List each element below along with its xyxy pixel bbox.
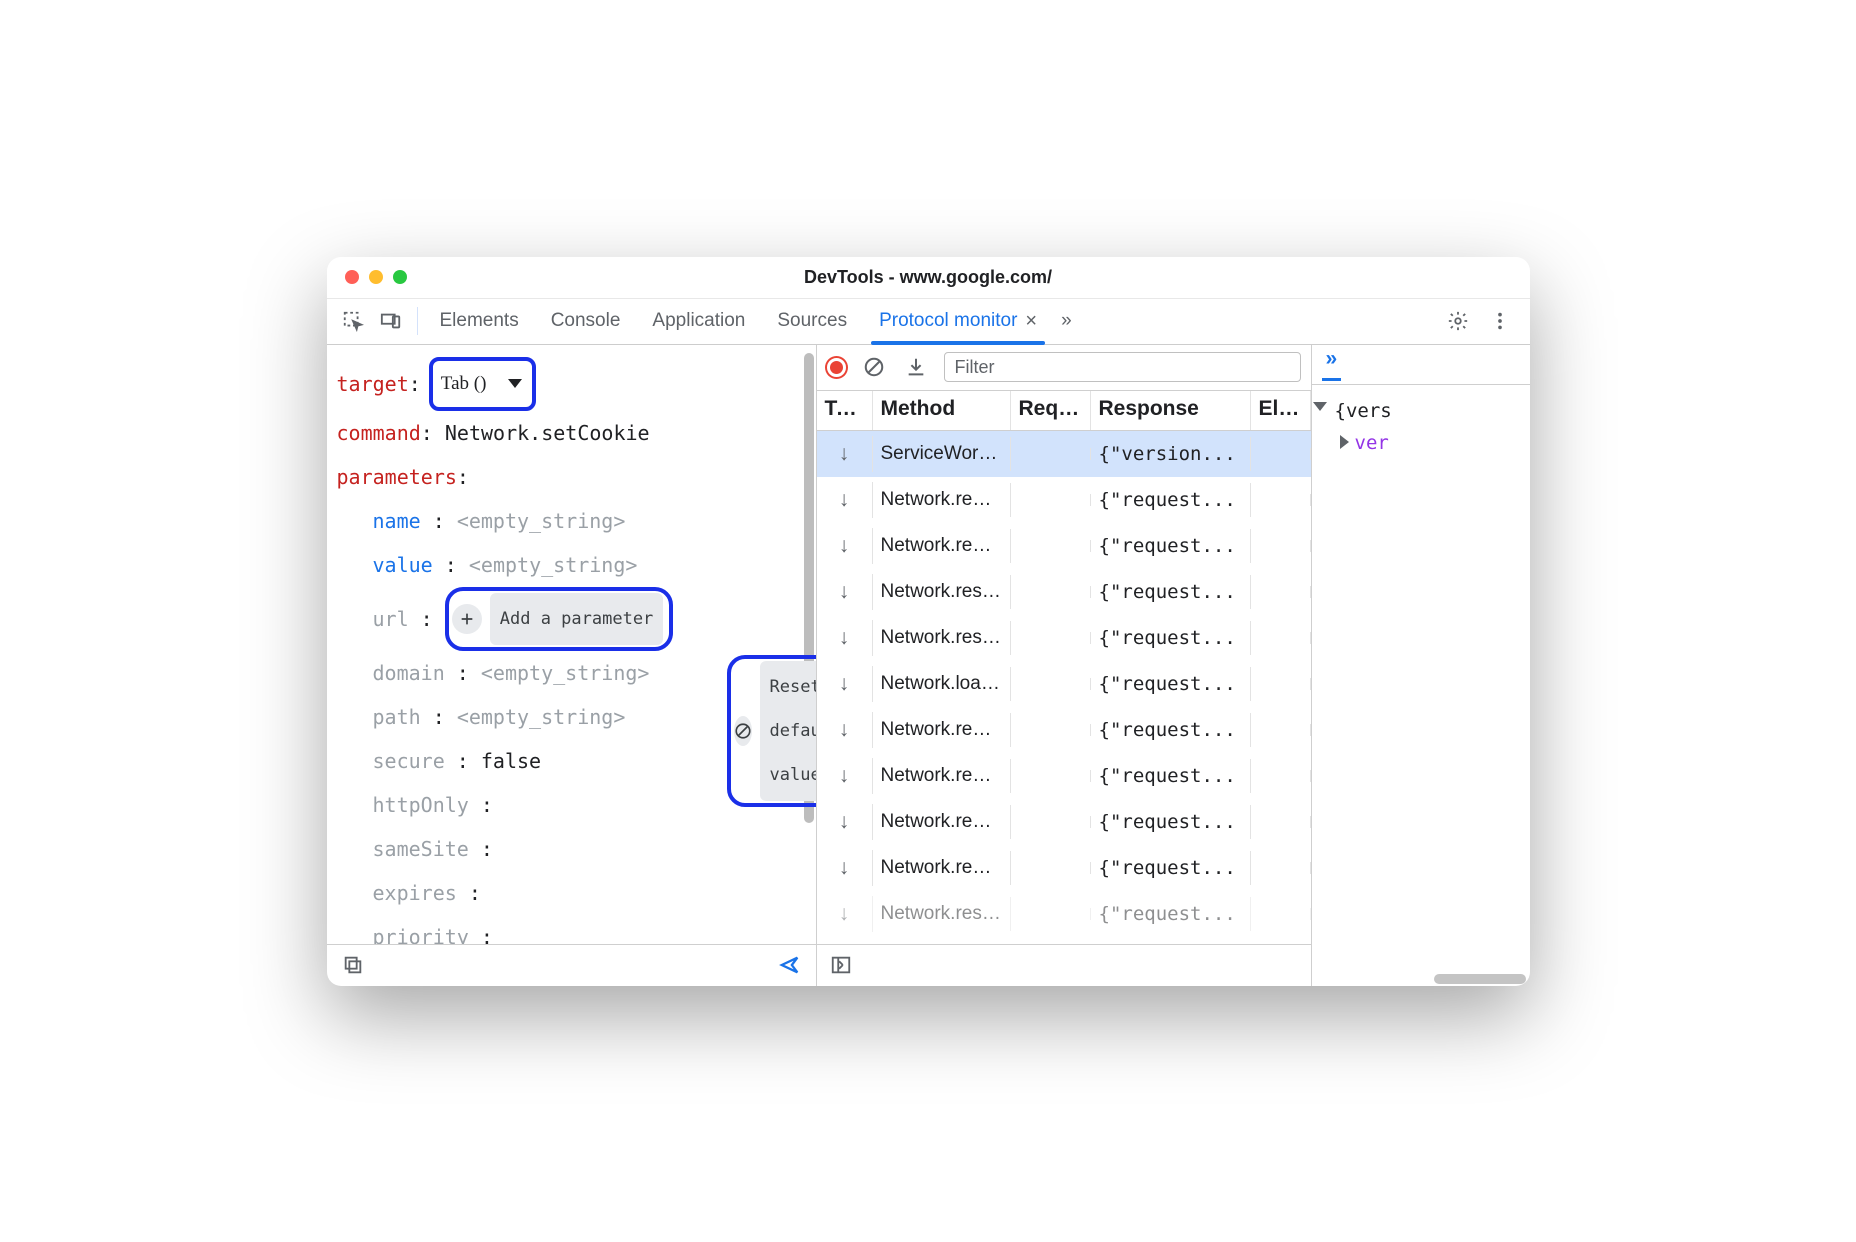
table-row[interactable]: ↓Network.reque...{"request... [817, 707, 1311, 753]
command-editor: target: Tab () command: Network.setCooki… [327, 345, 816, 944]
detail-horizontal-scroll[interactable] [1312, 972, 1530, 986]
inspect-element-icon[interactable] [339, 307, 367, 335]
arrow-down-icon: ↓ [817, 896, 873, 932]
parameters-key: parameters [337, 455, 457, 499]
tab-elements[interactable]: Elements [424, 298, 535, 344]
list-footer [817, 944, 1311, 986]
settings-icon[interactable] [1444, 307, 1472, 335]
window-title: DevTools - www.google.com/ [327, 267, 1530, 288]
add-parameter-chip[interactable]: Add a parameter [445, 587, 674, 651]
message-list: ↓ServiceWorker....{"version... ↓Network.… [817, 431, 1311, 944]
save-log-icon[interactable] [902, 353, 930, 381]
command-key: command [337, 411, 421, 455]
arrow-down-icon: ↓ [817, 528, 873, 564]
filter-input[interactable]: Filter [944, 352, 1301, 382]
tabs-container: Elements Console Application Sources Pro… [424, 298, 1080, 344]
command-value[interactable]: Network.setCookie [445, 411, 650, 455]
expand-icon[interactable] [1313, 402, 1327, 411]
arrow-down-icon: ↓ [817, 804, 873, 840]
target-key: target [337, 362, 409, 406]
arrow-down-icon: ↓ [817, 574, 873, 610]
caret-down-icon [508, 379, 522, 388]
command-editor-pane: target: Tab () command: Network.setCooki… [327, 345, 817, 986]
param-domain[interactable]: domain [373, 651, 445, 695]
close-tab-icon[interactable]: × [1025, 311, 1037, 331]
column-headers: Type Method Requ... Response El... [817, 391, 1311, 431]
col-type[interactable]: Type [817, 391, 873, 430]
record-button[interactable] [827, 358, 846, 377]
table-row[interactable]: ↓Network.loadin...{"request... [817, 661, 1311, 707]
kebab-menu-icon[interactable] [1486, 307, 1514, 335]
arrow-down-icon: ↓ [817, 482, 873, 518]
detail-tabs: » [1312, 345, 1530, 385]
response-tree[interactable]: {vers ver [1312, 385, 1530, 459]
arrow-down-icon: ↓ [817, 436, 873, 472]
table-row[interactable]: ↓ServiceWorker....{"version... [817, 431, 1311, 477]
tab-protocol-monitor[interactable]: Protocol monitor × [863, 298, 1053, 344]
main-tabstrip: Elements Console Application Sources Pro… [327, 299, 1530, 345]
col-request[interactable]: Requ... [1011, 391, 1091, 430]
send-command-icon[interactable] [776, 951, 804, 979]
col-method[interactable]: Method [873, 391, 1011, 430]
param-priority[interactable]: priority [373, 915, 469, 944]
table-row[interactable]: ↓Network.reque...{"request... [817, 799, 1311, 845]
list-toolbar: Filter [817, 345, 1311, 391]
expand-icon[interactable] [1340, 435, 1349, 449]
tab-application[interactable]: Application [636, 298, 761, 344]
param-expires[interactable]: expires [373, 871, 457, 915]
table-row[interactable]: ↓Network.reque...{"request... [817, 845, 1311, 891]
table-row[interactable]: ↓Network.respo...{"request... [817, 569, 1311, 615]
arrow-down-icon: ↓ [817, 758, 873, 794]
table-row[interactable]: ↓Network.reque...{"request... [817, 477, 1311, 523]
param-samesite[interactable]: sameSite [373, 827, 469, 871]
param-url[interactable]: url [373, 597, 409, 641]
col-response[interactable]: Response [1091, 391, 1251, 430]
tabs-overflow-button[interactable]: » [1053, 298, 1080, 344]
detail-tabs-overflow[interactable]: » [1322, 347, 1342, 381]
copy-icon[interactable] [339, 951, 367, 979]
plus-icon [452, 604, 482, 634]
editor-footer [327, 944, 816, 986]
target-select[interactable]: Tab () [429, 357, 537, 411]
table-row[interactable]: ↓Network.respo...{"request... [817, 891, 1311, 937]
clear-log-icon[interactable] [860, 353, 888, 381]
toggle-sidebar-icon[interactable] [827, 951, 855, 979]
param-httponly[interactable]: httpOnly [373, 783, 469, 827]
reset-to-default-chip[interactable]: Reset to default value [727, 655, 816, 807]
device-toolbar-icon[interactable] [377, 307, 405, 335]
clear-icon [734, 716, 752, 746]
tab-console[interactable]: Console [535, 298, 637, 344]
tab-sources[interactable]: Sources [761, 298, 863, 344]
arrow-down-icon: ↓ [817, 850, 873, 886]
titlebar: DevTools - www.google.com/ [327, 257, 1530, 299]
param-secure[interactable]: secure [373, 739, 445, 783]
arrow-down-icon: ↓ [817, 666, 873, 702]
table-row[interactable]: ↓Network.respo...{"request... [817, 615, 1311, 661]
param-value[interactable]: value [373, 543, 433, 587]
table-row[interactable]: ↓Network.reque...{"request... [817, 753, 1311, 799]
message-list-pane: Filter Type Method Requ... Response El..… [817, 345, 1312, 986]
table-row[interactable]: ↓Network.reque...{"request... [817, 523, 1311, 569]
param-path[interactable]: path [373, 695, 421, 739]
devtools-window: DevTools - www.google.com/ Elements Cons… [327, 257, 1530, 986]
col-elapsed[interactable]: El... [1251, 391, 1311, 430]
param-name[interactable]: name [373, 499, 421, 543]
arrow-down-icon: ↓ [817, 712, 873, 748]
arrow-down-icon: ↓ [817, 620, 873, 656]
detail-pane: » {vers ver [1312, 345, 1530, 986]
